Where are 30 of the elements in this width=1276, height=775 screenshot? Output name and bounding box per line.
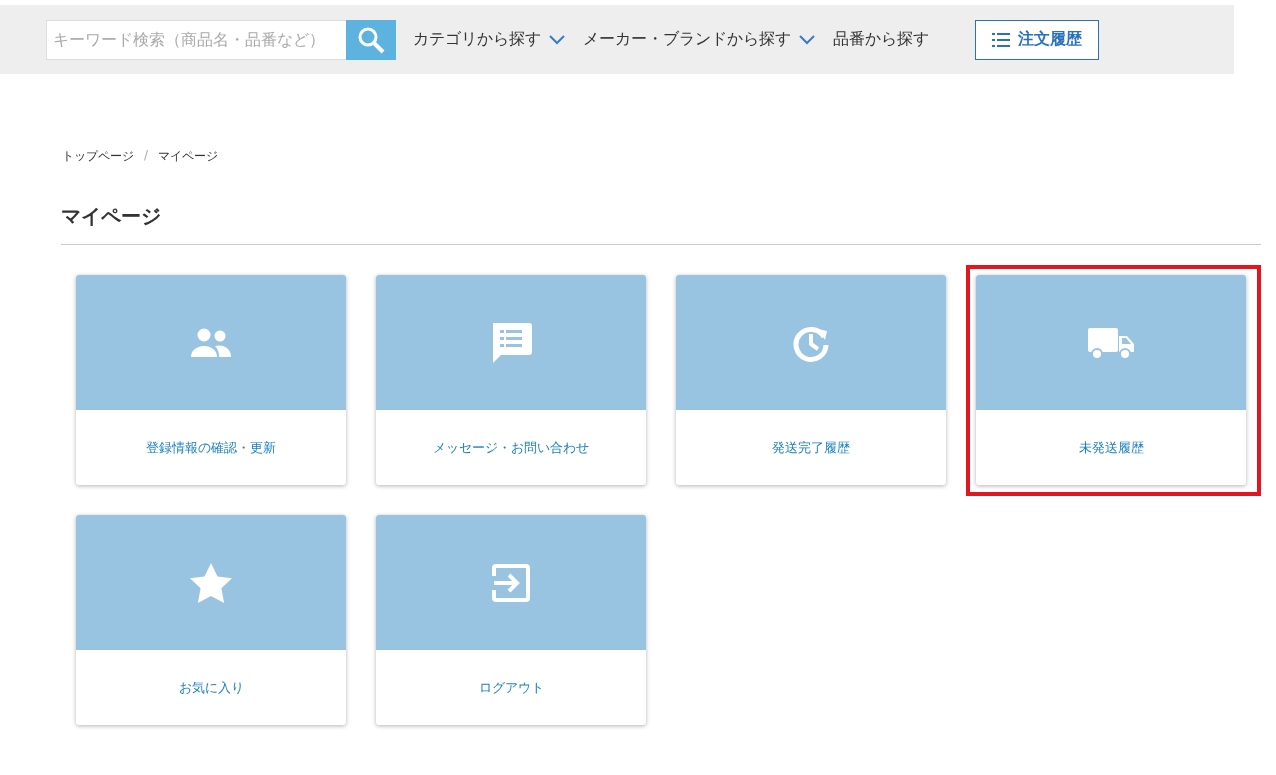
menu-tile[interactable]: メッセージ・お問い合わせ xyxy=(376,275,646,485)
menu-tile[interactable]: 未発送履歴 xyxy=(976,275,1246,485)
truck-icon xyxy=(1087,325,1135,360)
list-icon xyxy=(992,32,1010,47)
chevron-down-icon xyxy=(799,34,815,45)
nav-link[interactable]: 品番から探す xyxy=(833,29,929,50)
breadcrumb-separator: / xyxy=(144,148,149,164)
tile-label: ログアウト xyxy=(478,678,544,697)
dropdown-menu[interactable]: メーカー・ブランドから探す xyxy=(583,29,815,50)
breadcrumb-current: マイページ xyxy=(158,148,219,165)
tile-label: 登録情報の確認・更新 xyxy=(146,438,276,457)
search-button[interactable] xyxy=(346,19,396,60)
search-icon xyxy=(357,25,385,54)
tile-label: メッセージ・お問い合わせ xyxy=(433,438,589,457)
star-icon xyxy=(189,561,233,604)
exit-icon xyxy=(491,562,531,603)
chevron-down-icon xyxy=(549,34,565,45)
page-title: マイページ xyxy=(61,203,162,230)
tile-label: 未発送履歴 xyxy=(1078,438,1144,457)
menu-tile[interactable]: ログアウト xyxy=(376,515,646,725)
search-field[interactable]: キーワード検索（商品名・品番など） xyxy=(46,19,346,60)
menu-tile[interactable]: 登録情報の確認・更新 xyxy=(76,275,346,485)
menu-tile[interactable]: お気に入り xyxy=(76,515,346,725)
order-history-button[interactable]: 注文履歴 xyxy=(975,19,1099,60)
menu-tile[interactable]: 発送完了履歴 xyxy=(676,275,946,485)
tile-label: 発送完了履歴 xyxy=(772,438,850,457)
tile-label: お気に入り xyxy=(178,678,244,697)
people-icon xyxy=(189,326,233,359)
dropdown-menu[interactable]: カテゴリから探す xyxy=(413,29,565,50)
breadcrumb-link[interactable]: トップページ xyxy=(62,148,134,165)
